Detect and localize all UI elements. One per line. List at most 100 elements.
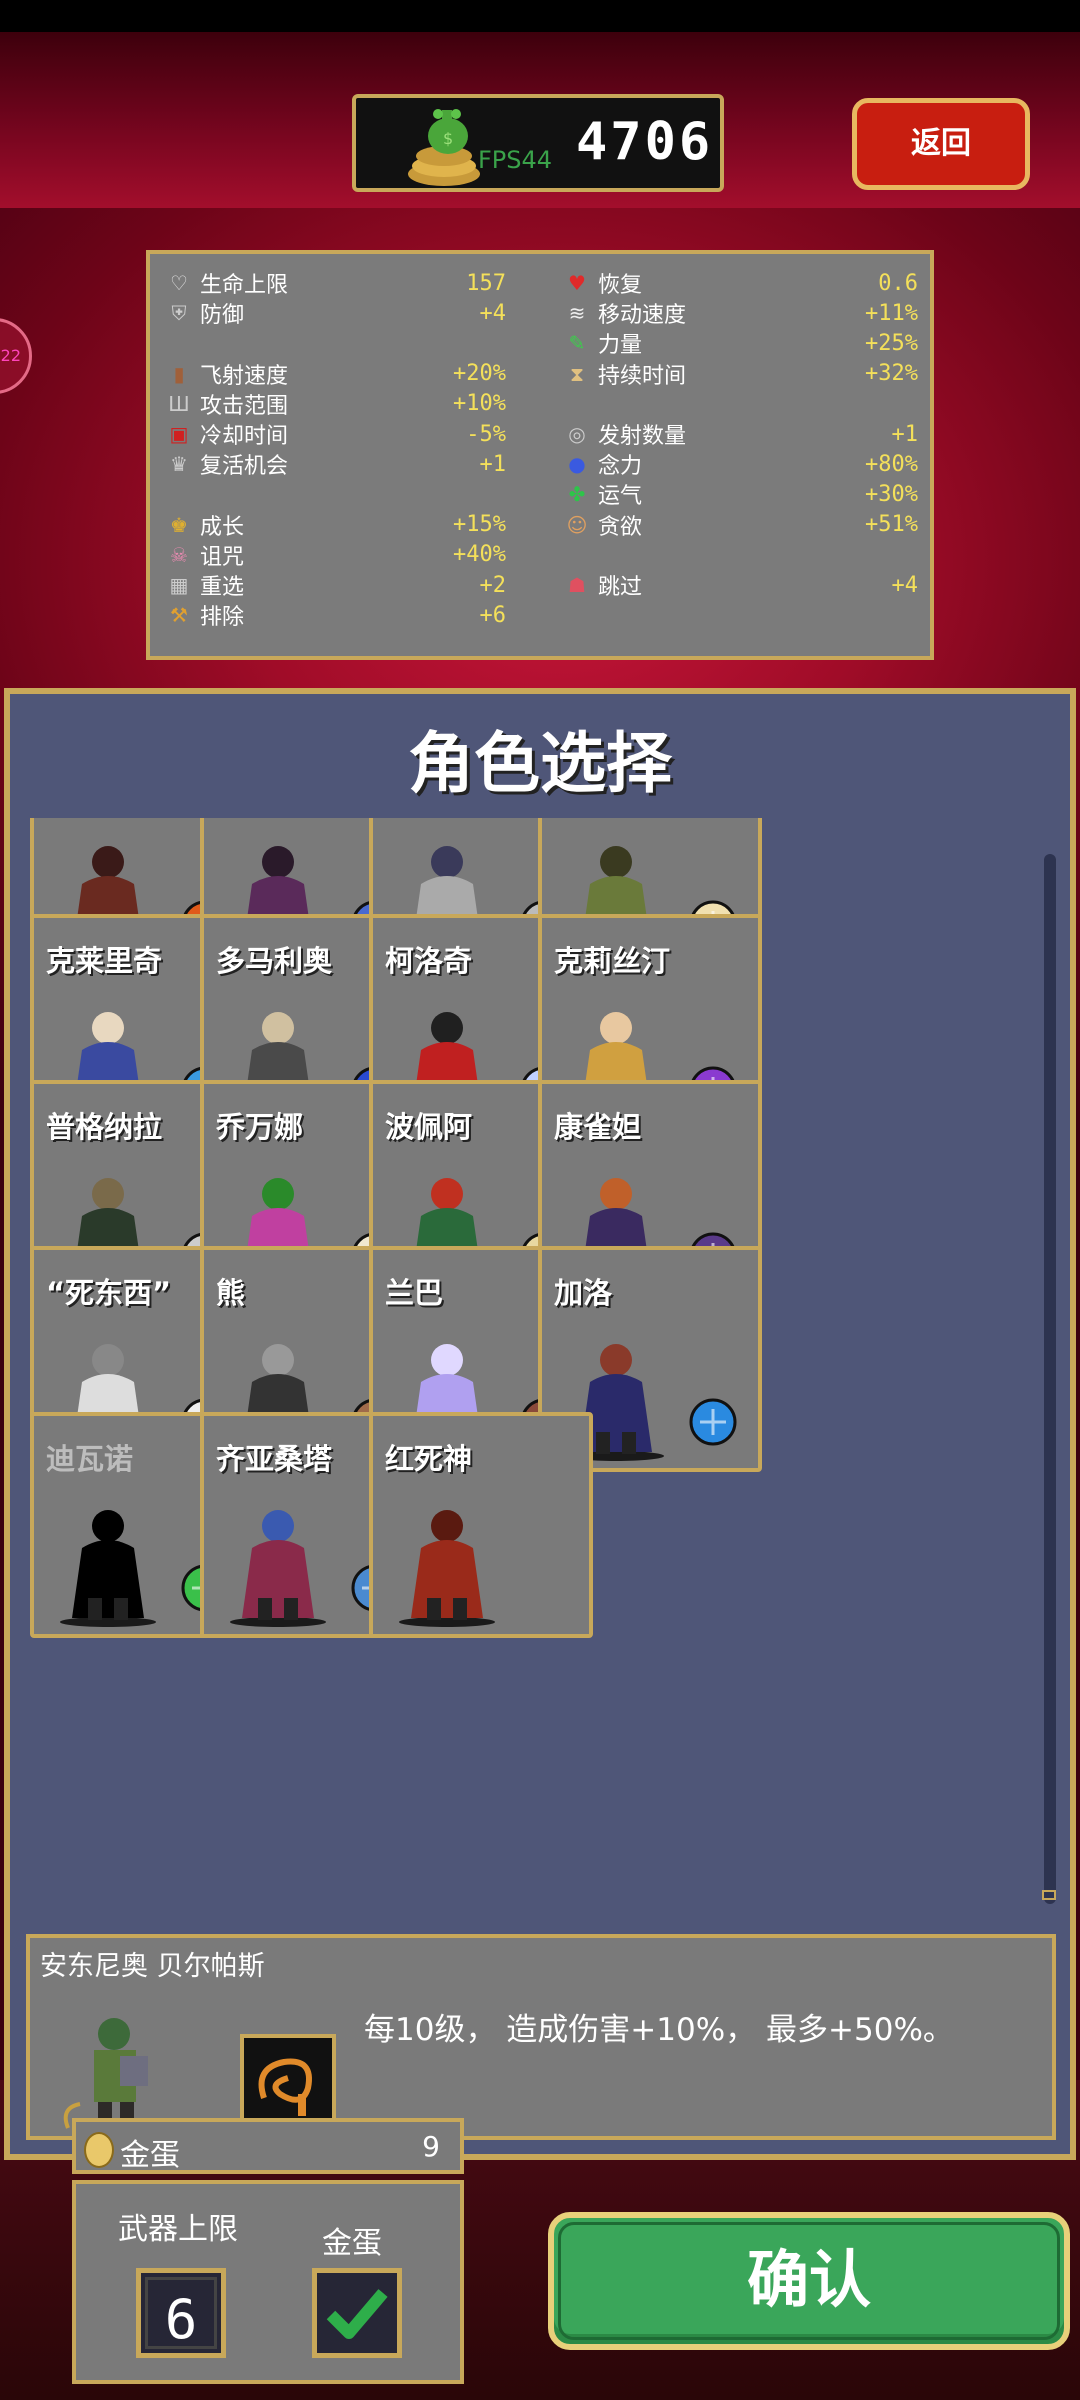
- stat-value: +4: [891, 572, 919, 598]
- red-heart-icon: ♥: [568, 271, 586, 295]
- stat-label: 发射数量: [598, 424, 687, 449]
- hourglass-icon: ⧗: [569, 361, 585, 386]
- character-name: 克莉丝汀: [554, 944, 671, 978]
- status-bar: [0, 0, 1080, 32]
- character-name: 柯洛奇: [385, 944, 473, 978]
- scrollbar-end: [1042, 1890, 1056, 1900]
- skip-skull-icon: ☗: [568, 573, 586, 597]
- character-name: 齐亚桑塔: [216, 1442, 333, 1476]
- character-name: 乔万娜: [216, 1110, 304, 1144]
- tiara-icon: ♛: [170, 452, 188, 477]
- golden-egg-count: 9: [422, 2130, 440, 2163]
- skull-icon: ☠: [170, 542, 188, 567]
- character-sprite: [230, 1510, 326, 1627]
- stat-label: 防御: [200, 303, 245, 329]
- stat-value: +4: [479, 300, 507, 326]
- character-name: 多马利奥: [216, 944, 333, 978]
- stat-row: ≋ 移动速度 +11%: [564, 298, 918, 329]
- weapon-limit-selector[interactable]: 6: [136, 2268, 226, 2358]
- tome-icon: ▣: [169, 422, 189, 446]
- character-name: 克莱里奇: [46, 944, 163, 978]
- dice-icon: ▦: [169, 573, 189, 597]
- stat-row: ⧗ 持续时间 +32%: [564, 359, 918, 389]
- checkmark-icon: [326, 2289, 388, 2339]
- weapon-limit-value: 6: [145, 2277, 217, 2351]
- weapon-limit-label: 武器上限: [118, 2212, 238, 2247]
- stat-value: 157: [466, 270, 506, 296]
- stat-row: ♡ 生命上限 157: [166, 268, 506, 299]
- crown-icon: ♚: [170, 512, 188, 537]
- stat-label: 成长: [200, 514, 245, 540]
- selected-character-description: 每10级， 造成伤害+10%， 最多+50%。: [364, 2012, 954, 2048]
- character-name: 红死神: [385, 1442, 473, 1476]
- stat-row: ✤ 运气 +30%: [564, 479, 918, 510]
- stat-row: ♛ 复活机会 +1: [166, 449, 506, 480]
- stat-value: +20%: [453, 361, 506, 387]
- stat-row: ☠ 诅咒 +40%: [166, 540, 506, 570]
- stat-row: ♚ 成长 +15%: [166, 510, 506, 540]
- stat-value: +6: [479, 602, 507, 628]
- character-name: 兰巴: [385, 1276, 444, 1310]
- book-icon: ▮: [173, 361, 185, 386]
- stat-label: 飞射速度: [200, 363, 289, 389]
- stat-row: ☗ 跳过 +4: [564, 570, 919, 601]
- stat-value: +25%: [865, 330, 918, 356]
- candelabra-icon: Ш: [168, 391, 190, 416]
- golden-egg-label: 金蛋: [120, 2138, 180, 2173]
- character-name: “死东西”: [46, 1276, 172, 1310]
- stat-row: ▦ 重选 +2: [166, 570, 506, 601]
- stat-label: 运气: [598, 484, 643, 510]
- stat-value: +80%: [865, 451, 918, 477]
- stat-value: +51%: [865, 512, 918, 538]
- mask-icon: ☺: [566, 512, 588, 537]
- confirm-button[interactable]: 确认: [548, 2212, 1070, 2350]
- whip-icon: [258, 2058, 312, 2116]
- golden-egg-checkbox[interactable]: [312, 2268, 402, 2358]
- wings-icon: ≋: [568, 301, 586, 326]
- gold-amount: 4706: [576, 112, 714, 172]
- clover-icon: ✤: [568, 482, 586, 507]
- stat-value: +15%: [453, 512, 506, 538]
- stat-row: Ш 攻击范围 +10%: [166, 389, 506, 419]
- stat-label: 贪欲: [598, 514, 643, 540]
- stat-row: ● 念力 +80%: [564, 449, 918, 480]
- character-sprite: [399, 1510, 495, 1627]
- gold-counter: $ FPS44 4706: [352, 94, 724, 192]
- stat-label: 力量: [598, 333, 643, 359]
- stat-label: 恢复: [598, 273, 643, 298]
- character-select-panel: 角色选择 克莱里奇 多马利奥 柯洛奇 克莉丝汀 普格纳拉 乔万娜 波佩阿 康雀妲 “死东西” 熊 兰…: [4, 688, 1076, 2160]
- character-grid[interactable]: 克莱里奇 多马利奥 柯洛奇 克莉丝汀 普格纳拉 乔万娜 波佩阿 康雀妲 “死东西” 熊 兰巴 加洛 迪瓦…: [30, 818, 1040, 1916]
- duplicator-icon: ◎: [568, 422, 586, 446]
- stat-value: +1: [891, 421, 919, 447]
- stat-label: 重选: [200, 575, 245, 600]
- back-button[interactable]: 返回: [852, 98, 1030, 190]
- selected-character-info: 安东尼奥 贝尔帕斯 每10级， 造成伤害+10%， 最多+50%。: [26, 1934, 1056, 2140]
- stat-label: 攻击范围: [200, 393, 289, 419]
- character-name: 康雀妲: [554, 1110, 642, 1144]
- panel-title: 角色选择: [408, 725, 672, 802]
- stat-label: 复活机会: [200, 454, 289, 480]
- stat-row: ▮ 飞射速度 +20%: [166, 359, 506, 389]
- stat-value: -5%: [466, 421, 506, 447]
- stat-row: ♥ 恢复 0.6: [564, 268, 918, 299]
- run-options-panel: 武器上限 金蛋 6: [72, 2180, 464, 2384]
- selected-weapon-slot: [240, 2034, 336, 2130]
- character-name: 加洛: [554, 1276, 613, 1310]
- stat-label: 冷却时间: [200, 424, 289, 449]
- stat-value: +40%: [453, 542, 506, 568]
- heart-outline-icon: ♡: [170, 271, 188, 295]
- stat-label: 移动速度: [598, 303, 687, 329]
- coin-bag-icon: $: [408, 109, 480, 186]
- stat-row: ☺ 贪欲 +51%: [564, 510, 918, 540]
- character-sprite: [60, 1510, 156, 1627]
- armor-icon: ⛨: [171, 301, 187, 326]
- stat-label: 诅咒: [200, 544, 245, 570]
- scrollbar[interactable]: [1044, 854, 1056, 1904]
- character-name: 波佩阿: [385, 1110, 473, 1144]
- stat-row: ⛨ 防御 +4: [166, 298, 507, 329]
- stat-label: 持续时间: [598, 363, 687, 389]
- character-name: 普格纳拉: [46, 1110, 163, 1144]
- character-card[interactable]: 红死神: [369, 1412, 593, 1638]
- stat-label: 生命上限: [200, 273, 289, 298]
- selected-character-name: 安东尼奥 贝尔帕斯: [40, 1951, 265, 1982]
